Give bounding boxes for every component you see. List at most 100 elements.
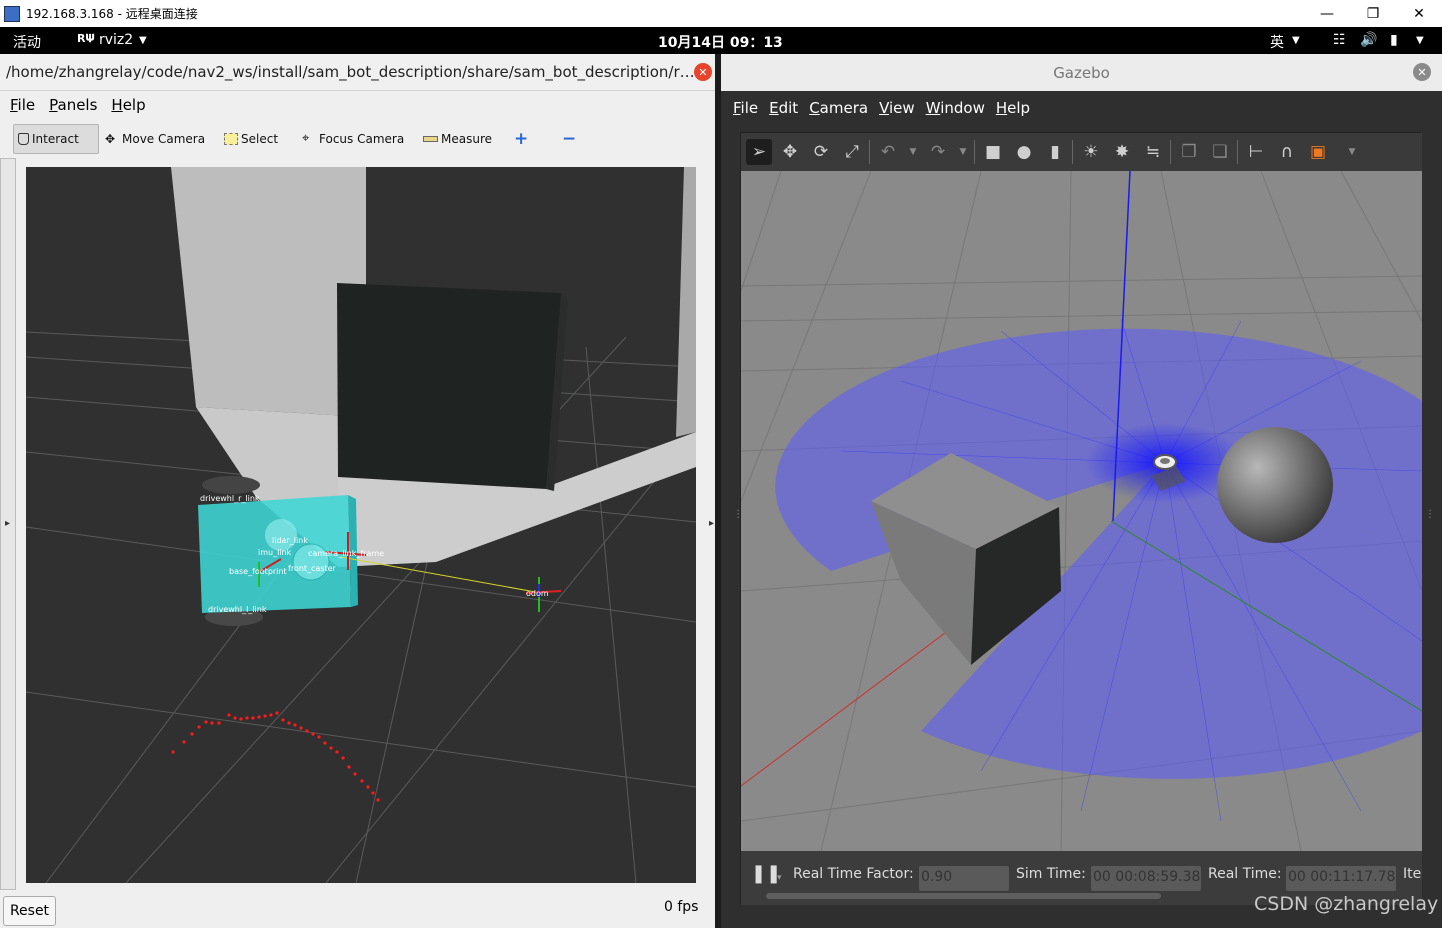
- reset-button[interactable]: Reset: [3, 896, 56, 926]
- toolbar-separator: [1170, 140, 1171, 164]
- real-time-label: Real Time:: [1208, 866, 1282, 882]
- hand-pointer-icon: [18, 133, 29, 145]
- menu-edit[interactable]: Edit: [769, 99, 798, 117]
- toolbar-separator: [974, 140, 975, 164]
- fps-display: 0 fps: [664, 899, 699, 915]
- interact-tool-button[interactable]: Interact: [13, 124, 99, 154]
- gazebo-title-bar: Gazebo ✕: [721, 54, 1442, 91]
- menu-file[interactable]: File: [733, 99, 758, 117]
- frame-label-front-caster: front_caster: [288, 564, 337, 573]
- splitter-handle-icon[interactable]: ⋮: [733, 509, 743, 520]
- rviz-3d-viewport[interactable]: drivewhl_r_link drivewhl_l_link lidar_li…: [26, 167, 696, 883]
- redo-icon[interactable]: ↷: [925, 139, 951, 165]
- menu-window[interactable]: Window: [926, 99, 985, 117]
- chevron-down-icon[interactable]: ▼: [1345, 139, 1359, 165]
- focus-camera-tool-button[interactable]: ⌖ Focus Camera: [298, 124, 408, 154]
- directional-light-icon[interactable]: ≒: [1140, 139, 1166, 165]
- minus-icon: −: [562, 129, 577, 149]
- minimize-icon[interactable]: —: [1304, 0, 1350, 27]
- translate-icon[interactable]: ✥: [777, 139, 803, 165]
- move-camera-tool-button[interactable]: ✥ Move Camera: [101, 124, 209, 154]
- frame-label-drivewhl-r: drivewhl_r_link: [200, 494, 260, 503]
- chevron-down-icon: ▼: [1416, 35, 1424, 46]
- rtf-value: 0.90: [919, 866, 1009, 891]
- menu-panels[interactable]: Panels: [49, 96, 97, 114]
- menu-help[interactable]: Help: [996, 99, 1030, 117]
- remote-desktop-icon: [4, 5, 20, 22]
- rviz-menu-bar: File Panels Help: [0, 91, 721, 119]
- frame-label-odom: odom: [526, 589, 549, 598]
- gazebo-scene: [741, 171, 1422, 851]
- volume-icon[interactable]: 🔊: [1360, 32, 1377, 48]
- undo-icon[interactable]: ↶: [875, 139, 901, 165]
- sphere-shape-icon[interactable]: ●: [1011, 139, 1037, 165]
- toolbar-separator: [1072, 140, 1073, 164]
- select-arrow-icon[interactable]: ➢: [746, 139, 772, 165]
- box-shape-icon[interactable]: ■: [980, 139, 1006, 165]
- chevron-down-icon[interactable]: ▼: [956, 139, 970, 165]
- frame-label-drivewhl-l: drivewhl_l_link: [208, 605, 267, 614]
- clock[interactable]: 10月14日 09：13: [658, 32, 783, 52]
- close-icon[interactable]: ✕: [1396, 0, 1442, 27]
- rdp-title-bar: 192.168.3.168 - 远程桌面连接 — ❐ ✕: [0, 0, 1442, 27]
- expand-right-icon[interactable]: ▸: [709, 518, 714, 529]
- rviz-scene: drivewhl_r_link drivewhl_l_link lidar_li…: [26, 167, 696, 883]
- menu-camera[interactable]: Camera: [809, 99, 868, 117]
- gazebo-3d-viewport[interactable]: [741, 171, 1422, 851]
- close-icon[interactable]: ✕: [1413, 63, 1431, 81]
- step-icon[interactable]: ▾: [777, 873, 782, 883]
- csdn-watermark: CSDN @zhangrelay: [1254, 893, 1439, 915]
- network-icon[interactable]: ☷: [1333, 32, 1346, 48]
- scale-icon[interactable]: ⤢: [839, 139, 865, 165]
- snap-magnet-icon[interactable]: ∩: [1274, 139, 1300, 165]
- align-icon[interactable]: ⊢: [1243, 139, 1269, 165]
- rtf-label: Real Time Factor:: [793, 866, 914, 882]
- gnome-top-bar: 活动 R𝚿 rviz2 ▼ 10月14日 09：13 英 ▼ ☷ 🔊 ▮ ▼: [0, 27, 1442, 54]
- copy-icon[interactable]: ❐: [1176, 139, 1202, 165]
- expand-left-icon[interactable]: ▸: [5, 518, 10, 529]
- rviz-tool-bar: Interact ✥ Move Camera Select ⌖ Focus Ca…: [10, 122, 710, 154]
- add-tool-button[interactable]: +: [510, 124, 532, 154]
- select-tool-button[interactable]: Select: [220, 124, 282, 154]
- gazebo-menu-bar: File Edit Camera View Window Help: [721, 91, 1442, 125]
- toolbar-separator: [869, 140, 870, 164]
- splitter-handle-icon[interactable]: ⋮: [1425, 509, 1435, 520]
- rdp-window-title: 192.168.3.168 - 远程桌面连接: [26, 7, 198, 21]
- remove-tool-button[interactable]: −: [558, 124, 580, 154]
- toolbar-separator: [1237, 140, 1238, 164]
- rviz-config-path: /home/zhangrelay/code/nav2_ws/install/sa…: [6, 63, 695, 81]
- horizontal-scrollbar[interactable]: [766, 893, 1161, 899]
- plus-icon: +: [514, 129, 529, 149]
- menu-view[interactable]: View: [879, 99, 915, 117]
- paste-icon[interactable]: ❏: [1207, 139, 1233, 165]
- rviz-app-icon: R𝚿: [77, 32, 95, 45]
- rviz-title-bar: /home/zhangrelay/code/nav2_ws/install/sa…: [0, 54, 721, 91]
- iterations-label: Ite: [1403, 866, 1422, 882]
- cylinder-shape-icon[interactable]: ▮: [1042, 139, 1068, 165]
- restore-icon[interactable]: ❐: [1350, 0, 1396, 27]
- frame-label-base-footprint: base_footprint: [229, 567, 287, 576]
- frame-label-imu: imu_link: [258, 548, 292, 557]
- frame-label-camera: camera_link_frame: [308, 549, 384, 558]
- gazebo-window-title: Gazebo: [1053, 63, 1110, 82]
- menu-help[interactable]: Help: [111, 96, 145, 114]
- sim-time-value: 00 00:08:59.381: [1091, 866, 1201, 891]
- chevron-down-icon: ▼: [139, 35, 147, 46]
- input-method-indicator[interactable]: 英: [1270, 32, 1284, 52]
- rotate-icon[interactable]: ⟳: [808, 139, 834, 165]
- gazebo-tool-bar: ➢ ✥ ⟳ ⤢ ↶ ▼ ↷ ▼ ■ ● ▮ ☀ ✸ ≒ ❐ ❏ ⊢ ∩ ▣ ▼: [741, 133, 1422, 171]
- battery-icon[interactable]: ▮: [1390, 32, 1398, 48]
- gazebo-window: Gazebo ✕ File Edit Camera View Window He…: [721, 54, 1442, 928]
- menu-file[interactable]: File: [10, 96, 35, 114]
- spot-light-icon[interactable]: ✸: [1109, 139, 1135, 165]
- measure-tool-button[interactable]: Measure: [419, 124, 496, 154]
- app-menu-button[interactable]: rviz2: [99, 32, 133, 48]
- close-icon[interactable]: ✕: [694, 63, 712, 81]
- point-light-icon[interactable]: ☀: [1078, 139, 1104, 165]
- change-view-icon[interactable]: ▣: [1305, 139, 1331, 165]
- chevron-down-icon[interactable]: ▼: [906, 139, 920, 165]
- real-time-value: 00 00:11:17.786: [1286, 866, 1396, 891]
- frame-label-lidar: lidar_link: [272, 536, 308, 545]
- move-arrows-icon: ✥: [105, 132, 116, 146]
- activities-button[interactable]: 活动: [13, 32, 41, 52]
